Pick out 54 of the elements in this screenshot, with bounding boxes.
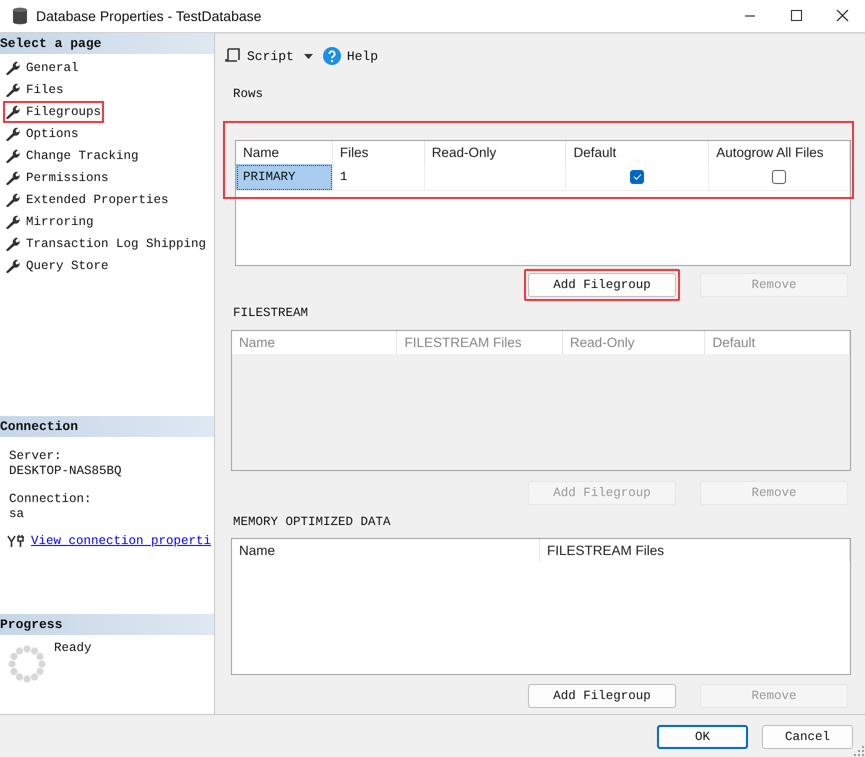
page-item[interactable]: Permissions bbox=[26, 171, 109, 185]
section-header: Select a page bbox=[0, 33, 214, 54]
section-header: Progress bbox=[0, 614, 214, 635]
connection-properties-link[interactable]: View connection properti bbox=[31, 534, 212, 548]
wrench-icon bbox=[5, 237, 20, 251]
wrench-icon bbox=[5, 259, 20, 273]
wrench-icon bbox=[5, 61, 20, 75]
page-item[interactable]: Files bbox=[26, 83, 64, 97]
column-header[interactable]: Name bbox=[232, 331, 398, 354]
dropdown-caret-icon[interactable] bbox=[304, 54, 313, 58]
page-item[interactable]: Change Tracking bbox=[26, 149, 139, 163]
cancel-button[interactable]: Cancel bbox=[762, 725, 853, 749]
wrench-icon bbox=[5, 149, 20, 163]
add-filegroup-button[interactable]: Add Filegroup bbox=[528, 273, 676, 297]
table-cell[interactable]: PRIMARY bbox=[236, 164, 333, 191]
wrench-icon bbox=[5, 171, 20, 185]
server-label: Server: bbox=[9, 449, 63, 464]
page-item[interactable]: Mirroring bbox=[26, 215, 94, 229]
page-item[interactable]: General bbox=[26, 61, 79, 75]
plug-icon bbox=[7, 534, 25, 548]
database-icon bbox=[12, 7, 28, 25]
wrench-icon bbox=[5, 105, 20, 119]
section-label: Rows bbox=[233, 87, 264, 102]
spinner-icon bbox=[8, 645, 46, 683]
help-button[interactable]: Help bbox=[322, 47, 378, 65]
connection-label: Connection: bbox=[9, 492, 93, 507]
wrench-icon bbox=[5, 127, 20, 141]
ok-button[interactable]: OK bbox=[657, 725, 748, 749]
add-filegroup-button[interactable]: Add Filegroup bbox=[528, 684, 676, 708]
column-header[interactable]: Default bbox=[705, 331, 850, 354]
script-icon bbox=[225, 48, 241, 64]
column-header[interactable]: Read-Only bbox=[562, 331, 706, 354]
page-item[interactable]: Extended Properties bbox=[26, 193, 169, 207]
checkbox[interactable] bbox=[630, 170, 644, 184]
wrench-icon bbox=[5, 193, 20, 207]
wrench-icon bbox=[5, 83, 20, 97]
window-title: Database Properties - TestDatabase bbox=[36, 8, 262, 24]
wrench-icon bbox=[5, 215, 20, 229]
section-label: FILESTREAM bbox=[233, 306, 310, 321]
checkbox[interactable] bbox=[772, 170, 786, 184]
column-header[interactable]: FILESTREAM Files bbox=[397, 331, 563, 354]
page-item[interactable]: Transaction Log Shipping bbox=[26, 237, 206, 251]
column-header[interactable]: Read-Only bbox=[424, 141, 566, 164]
section-header: Connection bbox=[0, 416, 214, 437]
page-item[interactable]: Query Store bbox=[26, 259, 109, 273]
connection-user: sa bbox=[9, 507, 26, 522]
progress-status: Ready bbox=[54, 641, 92, 657]
section-label: MEMORY OPTIMIZED DATA bbox=[233, 515, 392, 530]
page-item[interactable]: Options bbox=[26, 127, 79, 141]
help-icon bbox=[322, 47, 341, 65]
script-button[interactable]: Script bbox=[225, 48, 294, 64]
table-cell[interactable]: 1 bbox=[332, 164, 425, 191]
server-name: DESKTOP-NAS85BQ bbox=[9, 464, 123, 479]
resize-grip-icon[interactable] bbox=[854, 746, 864, 756]
